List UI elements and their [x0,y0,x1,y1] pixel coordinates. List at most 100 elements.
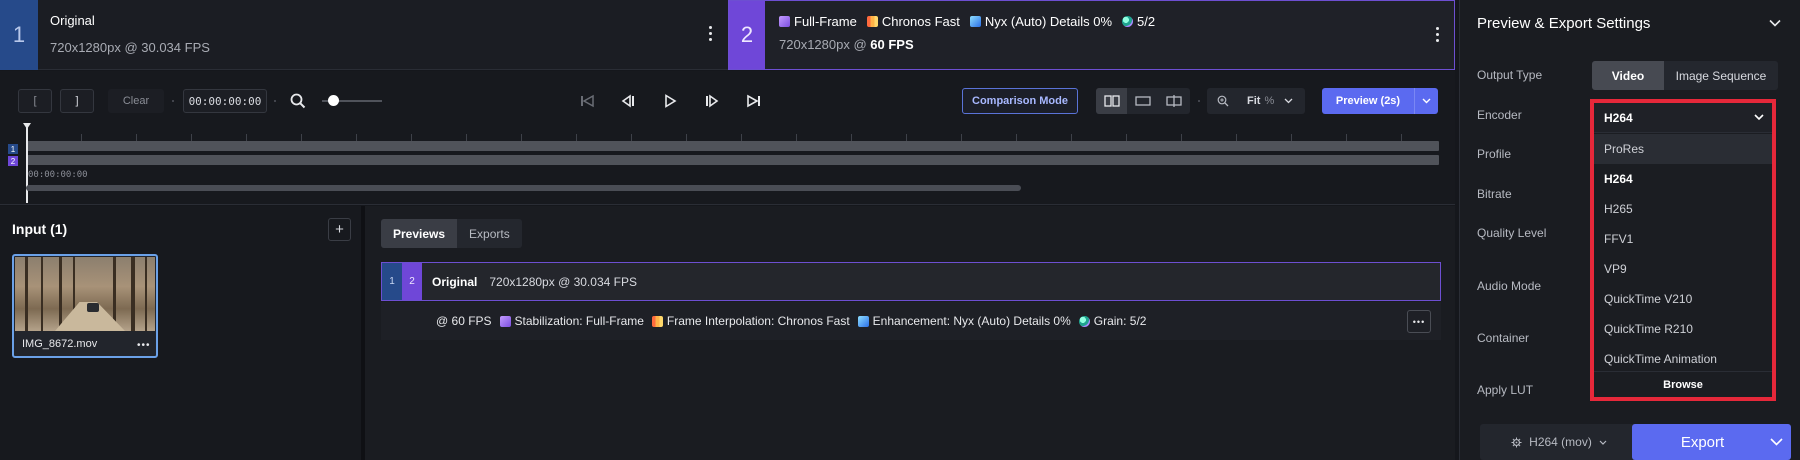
mark-in-button[interactable]: [ [18,89,52,113]
zoom-fit-select[interactable]: Fit % [1207,88,1305,114]
interpolation-chip-label: Chronos Fast [881,14,960,29]
interpolation-icon [866,16,878,27]
zoom-slider-handle[interactable] [328,95,339,106]
video-tab-1-number: 1 [0,0,38,70]
plus-icon[interactable]: + [328,218,351,241]
previews-panel: Previews Exports 1 2 Original 720x1280px… [365,206,1455,460]
play-icon[interactable] [656,87,684,115]
encoder-selected-value: H264 [1604,110,1633,125]
encoder-option-quicktime-r210[interactable]: QuickTime R210 [1594,314,1772,344]
encoder-option-ffv1[interactable]: FFV1 [1594,224,1772,254]
stabilization-detail: Stabilization: Full-Frame [499,314,644,328]
video-thumbnail [15,257,155,331]
chevron-down-icon [1754,114,1764,121]
export-button-label: Export [1680,433,1725,451]
frame-back-icon[interactable] [614,87,642,115]
video-tab-2-fps: 60 FPS [870,37,914,52]
video-tab-1[interactable]: 1 Original 720x1280px @ 30.034 FPS [0,0,728,70]
settings-title: Preview & Export Settings [1477,15,1651,32]
encoder-option-quicktime-animation[interactable]: QuickTime Animation [1594,344,1772,374]
encoder-browse-button[interactable]: Browse [1594,371,1772,398]
kebab-icon[interactable] [1427,19,1447,49]
kebab-icon[interactable] [700,18,720,48]
gear-icon [1511,436,1522,448]
timeline-toolbar: [ ] Clear 00:00:00:00 Comparison Mode Fi [0,71,1455,205]
zoom-icon [1217,95,1229,107]
stabilization-icon [499,315,511,327]
separator [1198,100,1200,102]
video-tab-1-subtitle: 720x1280px @ 30.034 FPS [50,40,210,55]
interpolation-detail-label: Frame Interpolation: Chronos Fast [666,314,850,328]
output-type-image-sequence[interactable]: Image Sequence [1664,61,1778,90]
track-label-2: 2 [8,156,18,166]
export-preset-label: H264 (mov) [1529,435,1592,449]
mark-out-button[interactable]: ] [60,89,94,113]
encoder-select[interactable]: H264 [1594,103,1772,133]
enhancement-chip-label: Nyx (Auto) Details 0% [984,14,1113,29]
input-file-card[interactable]: IMG_8672.mov ••• [12,254,158,358]
output-type-video[interactable]: Video [1592,61,1664,90]
tab-exports[interactable]: Exports [457,219,522,248]
grain-detail-label: Grain: 5/2 [1093,314,1147,328]
output-type-toggle: Video Image Sequence [1592,61,1778,90]
stabilization-icon [779,16,790,27]
enhancement-detail: Enhancement: Nyx (Auto) Details 0% [857,314,1071,328]
clear-button[interactable]: Clear [108,89,164,113]
quality-level-label: Quality Level [1477,226,1547,240]
view-single-icon[interactable] [1127,88,1158,114]
grain-chip-label: 5/2 [1137,14,1156,29]
video-tab-2[interactable]: 2 Full-Frame Chronos Fast Nyx (Auto) Det… [728,0,1455,70]
row-title: Original [432,274,478,289]
timeline-scrollbar[interactable] [26,185,1021,191]
video-tab-1-title: Original [50,13,95,28]
input-panel-title: Input (1) [12,221,68,237]
interpolation-icon [651,315,663,327]
enhancement-icon [969,16,981,27]
preview-row[interactable]: 1 2 Original 720x1280px @ 30.034 FPS [381,262,1441,301]
stabilization-detail-label: Stabilization: Full-Frame [514,314,644,328]
chevron-down-icon[interactable] [1769,16,1781,30]
tab-previews[interactable]: Previews [381,219,458,248]
container-label: Container [1477,331,1530,345]
stabilization-chip-label: Full-Frame [794,14,857,29]
enhancement-icon [857,315,869,327]
encoder-option-quicktime-v210[interactable]: QuickTime V210 [1594,284,1772,314]
frame-forward-icon[interactable] [698,87,726,115]
export-settings-panel: Preview & Export Settings Output Type En… [1459,0,1800,460]
preview-button[interactable]: Preview (2s) [1322,88,1438,114]
playhead-handle[interactable] [23,123,31,203]
row-info: 720x1280px @ 30.034 FPS [489,274,637,289]
stabilization-chip: Full-Frame [779,14,857,29]
timecode-input[interactable]: 00:00:00:00 [183,89,267,113]
encoder-option-prores[interactable]: ProRes [1594,134,1772,164]
zoom-fit-unit: % [1264,95,1275,107]
chevron-down-icon[interactable] [1761,424,1791,460]
separator [172,100,174,102]
chevron-down-icon[interactable] [1414,88,1438,114]
more-options-icon[interactable]: ••• [137,340,151,351]
interpolation-chip: Chronos Fast [866,14,960,29]
grain-chip: 5/2 [1122,14,1155,29]
skip-end-icon[interactable] [740,87,768,115]
search-icon[interactable] [284,87,312,115]
encoder-option-h264[interactable]: H264 [1594,164,1772,194]
row-number-2: 2 [402,263,422,300]
encoder-option-vp9[interactable]: VP9 [1594,254,1772,284]
row-more-button[interactable]: ••• [1407,310,1431,333]
encoder-option-h265[interactable]: H265 [1594,194,1772,224]
export-button[interactable]: Export [1632,424,1791,460]
view-split-icon[interactable] [1096,88,1128,114]
track-label-1: 1 [8,144,18,154]
timeline-track-1[interactable] [26,141,1439,151]
profile-label: Profile [1477,147,1512,161]
skip-start-icon[interactable] [573,87,601,115]
comparison-mode-button[interactable]: Comparison Mode [962,88,1078,114]
video-tab-2-subtitle: 720x1280px @ 60 FPS [779,37,914,52]
export-preset-button[interactable]: H264 (mov) [1480,424,1638,460]
view-swipe-icon[interactable] [1159,88,1190,114]
grain-icon [1122,16,1134,27]
zoom-fit-label: Fit [1247,95,1261,107]
input-panel: Input (1) + IMG_8672.mov ••• [0,206,365,460]
preview-button-label: Preview (2s) [1335,95,1401,107]
timeline-track-2[interactable] [26,155,1439,165]
